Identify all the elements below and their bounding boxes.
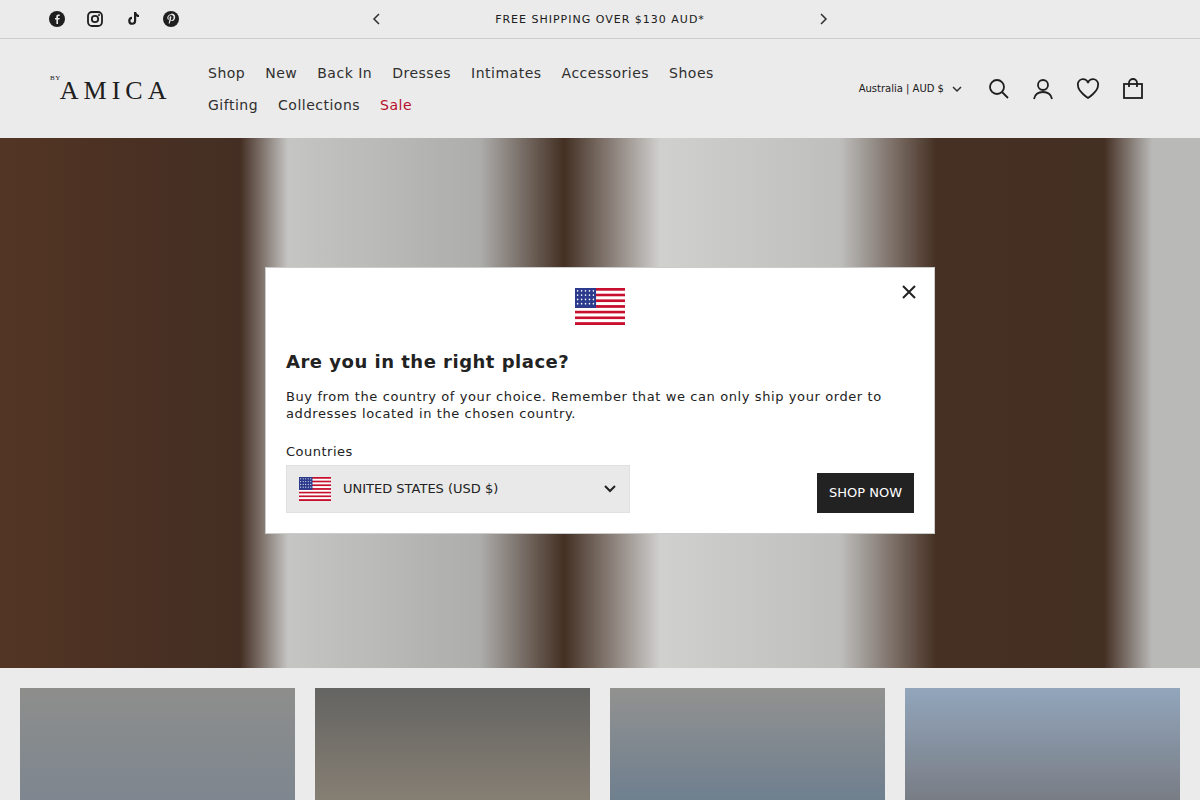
country-value: UNITED STATES (USD $) [343,481,591,496]
field-label: Countries [286,444,630,459]
close-icon[interactable] [902,285,916,299]
page: FREE SHIPPING OVER $130 AUD* BY AMICA Sh… [0,0,1200,800]
modal-title: Are you in the right place? [286,351,914,372]
modal-overlay[interactable]: Are you in the right place? Buy from the… [0,0,1200,800]
chevron-down-icon [603,484,617,494]
country-row: Countries UNITED STATES (USD $) SHOP NOW [286,444,914,513]
shop-now-button[interactable]: SHOP NOW [817,473,914,513]
us-flag-icon [299,477,331,501]
us-flag-icon [575,288,625,325]
country-field: Countries UNITED STATES (USD $) [286,444,630,513]
country-select[interactable]: UNITED STATES (USD $) [286,465,630,513]
country-modal: Are you in the right place? Buy from the… [265,267,935,534]
modal-message: Buy from the country of your choice. Rem… [286,388,886,422]
